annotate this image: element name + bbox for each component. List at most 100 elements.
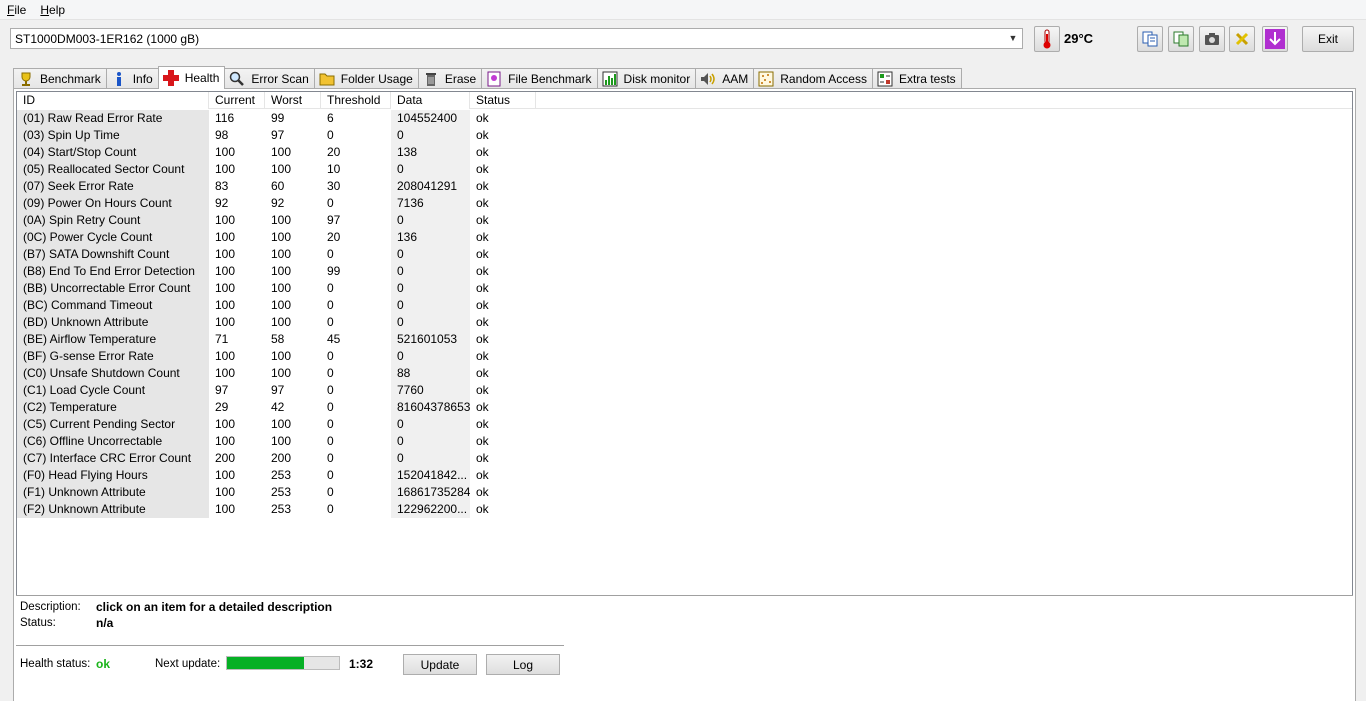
save-button[interactable] <box>1262 26 1288 52</box>
attribute-id-cell: (BE) Airflow Temperature <box>17 331 209 348</box>
current-value-cell: 97 <box>215 383 229 397</box>
column-header-id[interactable]: ID <box>17 92 209 109</box>
raw-data-cell: 0 <box>391 161 470 178</box>
status-cell: ok <box>476 349 489 363</box>
table-row[interactable]: (B7) SATA Downshift Count 100 100 0 0 ok <box>17 246 536 263</box>
health-cross-icon <box>162 70 179 86</box>
status-cell: ok <box>476 162 489 176</box>
column-header-data[interactable]: Data <box>391 92 470 109</box>
menu-bar: File Help <box>0 0 1366 20</box>
download-arrow-icon <box>1265 29 1285 49</box>
column-header-threshold[interactable]: Threshold <box>321 92 391 109</box>
table-row[interactable]: (F2) Unknown Attribute 100 253 0 122962200..… <box>17 501 536 518</box>
copy-screen-button[interactable] <box>1168 26 1194 52</box>
table-row[interactable]: (BC) Command Timeout 100 100 0 0 ok <box>17 297 536 314</box>
table-row[interactable]: (C1) Load Cycle Count 97 97 0 7760 ok <box>17 382 536 399</box>
tab-extra-tests[interactable]: Extra tests <box>871 68 962 89</box>
tab-folder-usage[interactable]: Folder Usage <box>313 68 419 89</box>
status-cell: ok <box>476 366 489 380</box>
threshold-value-cell: 45 <box>327 332 341 346</box>
divider <box>16 595 1353 596</box>
worst-value-cell: 200 <box>271 451 292 465</box>
raw-data-cell: 0 <box>391 450 470 467</box>
current-value-cell: 100 <box>215 315 236 329</box>
menu-help[interactable]: Help <box>33 0 72 20</box>
worst-value-cell: 100 <box>271 366 292 380</box>
tab-random-access[interactable]: Random Access <box>753 68 873 89</box>
status-cell: ok <box>476 434 489 448</box>
threshold-value-cell: 0 <box>327 366 334 380</box>
column-header-current[interactable]: Current <box>209 92 265 109</box>
raw-data-cell: 0 <box>391 433 470 450</box>
status-cell: ok <box>476 213 489 227</box>
table-row[interactable]: (07) Seek Error Rate 83 60 30 208041291 ok <box>17 178 536 195</box>
worst-value-cell: 253 <box>271 468 292 482</box>
tab-health[interactable]: Health <box>157 66 226 89</box>
worst-value-cell: 92 <box>271 196 285 210</box>
next-update-time: 1:32 <box>349 657 374 671</box>
raw-data-cell: 0 <box>391 416 470 433</box>
thermometer-icon[interactable] <box>1034 26 1060 52</box>
table-row[interactable]: (03) Spin Up Time 98 97 0 0 ok <box>17 127 536 144</box>
update-button[interactable]: Update <box>403 654 477 675</box>
tab-aam[interactable]: AAM <box>695 68 755 89</box>
table-row[interactable]: (BB) Uncorrectable Error Count 100 100 0 0 ok <box>17 280 536 297</box>
table-row[interactable]: (BF) G-sense Error Rate 100 100 0 0 ok <box>17 348 536 365</box>
drive-select[interactable]: ST1000DM003-1ER162 (1000 gB) ▼ <box>10 28 1023 49</box>
table-row[interactable]: (0A) Spin Retry Count 100 100 97 0 ok <box>17 212 536 229</box>
table-row[interactable]: (BE) Airflow Temperature 71 58 45 521601053 o… <box>17 331 536 348</box>
current-value-cell: 100 <box>215 468 236 482</box>
table-row[interactable]: (C2) Temperature 29 42 0 81604378653 ok <box>17 399 536 416</box>
worst-value-cell: 100 <box>271 434 292 448</box>
column-header-worst[interactable]: Worst <box>265 92 321 109</box>
table-row[interactable]: (B8) End To End Error Detection 100 100 99 0… <box>17 263 536 280</box>
tab-file-benchmark[interactable]: File Benchmark <box>481 68 598 89</box>
threshold-value-cell: 20 <box>327 230 341 244</box>
attribute-id-cell: (F2) Unknown Attribute <box>17 501 209 518</box>
attribute-id-cell: (B8) End To End Error Detection <box>17 263 209 280</box>
table-row[interactable]: (C7) Interface CRC Error Count 200 200 0 0 ok <box>17 450 536 467</box>
status-label: Status: <box>20 617 56 629</box>
raw-data-cell: 0 <box>391 212 470 229</box>
table-row[interactable]: (C0) Unsafe Shutdown Count 100 100 0 88 ok <box>17 365 536 382</box>
table-row[interactable]: (04) Start/Stop Count 100 100 20 138 ok <box>17 144 536 161</box>
threshold-value-cell: 0 <box>327 485 334 499</box>
raw-data-cell: 7760 <box>391 382 470 399</box>
threshold-value-cell: 0 <box>327 196 334 210</box>
options-button[interactable] <box>1229 26 1255 52</box>
threshold-value-cell: 0 <box>327 349 334 363</box>
threshold-value-cell: 0 <box>327 502 334 516</box>
threshold-value-cell: 0 <box>327 281 334 295</box>
table-row[interactable]: (C6) Offline Uncorrectable 100 100 0 0 ok <box>17 433 536 450</box>
tab-error-scan[interactable]: Error Scan <box>224 68 315 89</box>
smart-attribute-list[interactable]: ID Current Worst Threshold Data Status (… <box>16 91 1353 596</box>
attribute-id-cell: (09) Power On Hours Count <box>17 195 209 212</box>
worst-value-cell: 253 <box>271 502 292 516</box>
menu-file[interactable]: File <box>0 0 33 20</box>
table-row[interactable]: (01) Raw Read Error Rate 116 99 6 104552400 o… <box>17 110 536 127</box>
status-cell: ok <box>476 179 489 193</box>
current-value-cell: 116 <box>215 111 235 125</box>
copy-text-button[interactable] <box>1137 26 1163 52</box>
screenshot-button[interactable] <box>1199 26 1225 52</box>
column-header-status[interactable]: Status <box>470 92 536 109</box>
table-row[interactable]: (05) Reallocated Sector Count 100 100 10 0 ok <box>17 161 536 178</box>
tab-disk-monitor[interactable]: Disk monitor <box>596 68 697 89</box>
table-row[interactable]: (09) Power On Hours Count 92 92 0 7136 ok <box>17 195 536 212</box>
worst-value-cell: 100 <box>271 281 292 295</box>
table-row[interactable]: (F1) Unknown Attribute 100 253 0 16861735284… <box>17 484 536 501</box>
chevron-down-icon[interactable]: ▼ <box>1007 32 1019 44</box>
raw-data-cell: 208041291 <box>391 178 470 195</box>
table-row[interactable]: (0C) Power Cycle Count 100 100 20 136 ok <box>17 229 536 246</box>
table-row[interactable]: (C5) Current Pending Sector 100 100 0 0 ok <box>17 416 536 433</box>
raw-data-cell: 0 <box>391 246 470 263</box>
log-button[interactable]: Log <box>486 654 560 675</box>
table-row[interactable]: (BD) Unknown Attribute 100 100 0 0 ok <box>17 314 536 331</box>
exit-button[interactable]: Exit <box>1302 26 1354 52</box>
raw-data-cell: 0 <box>391 348 470 365</box>
raw-data-cell: 7136 <box>391 195 470 212</box>
tab-benchmark[interactable]: Benchmark <box>13 68 107 89</box>
tab-info[interactable]: Info <box>105 68 159 89</box>
table-row[interactable]: (F0) Head Flying Hours 100 253 0 152041842..… <box>17 467 536 484</box>
tab-erase[interactable]: Erase <box>417 68 483 89</box>
